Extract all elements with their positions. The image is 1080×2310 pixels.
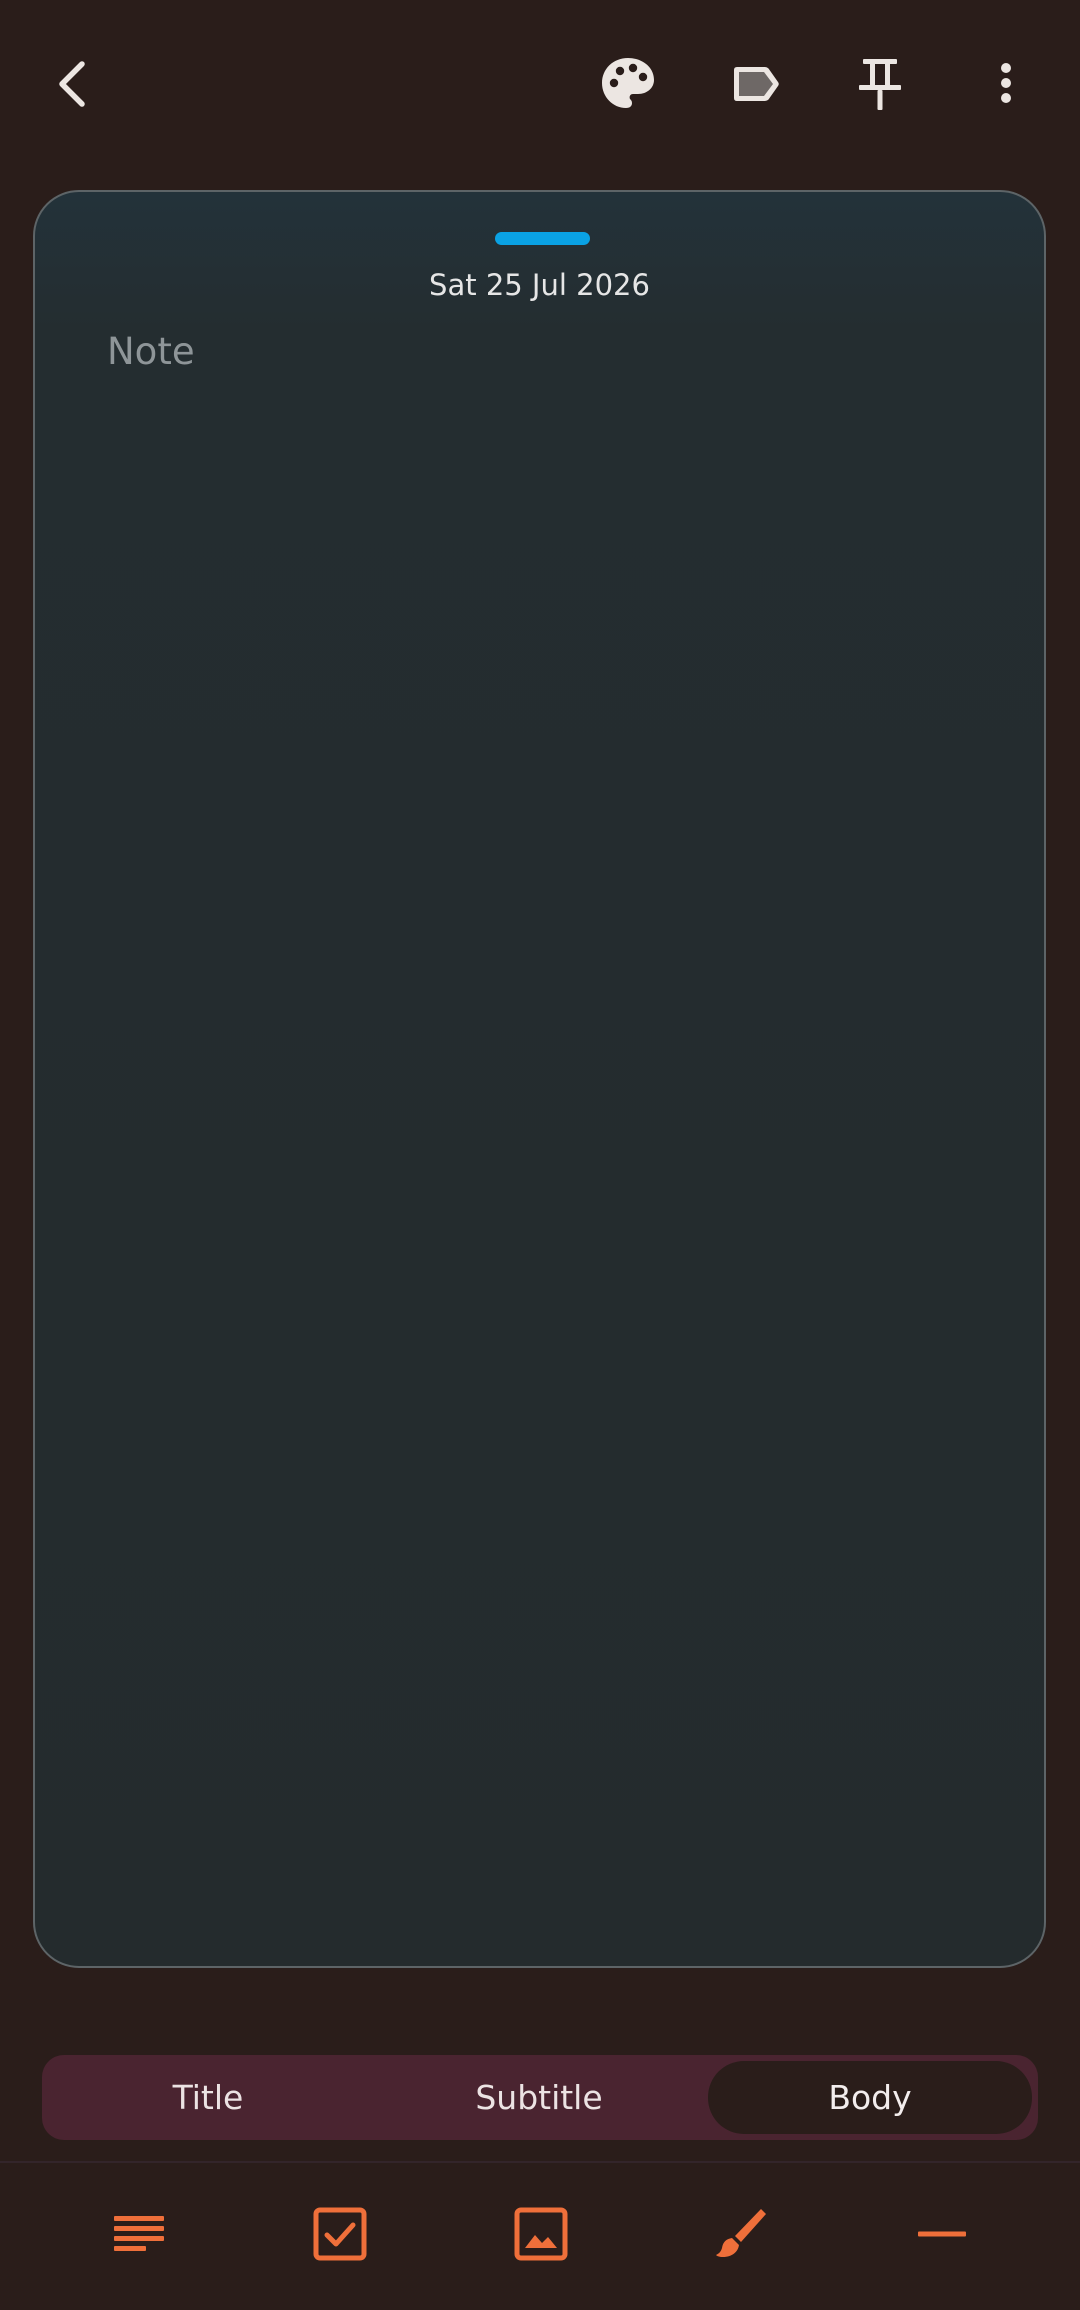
insert-image-button[interactable] bbox=[496, 2191, 586, 2281]
drag-handle[interactable] bbox=[495, 232, 590, 245]
checklist-button[interactable] bbox=[295, 2191, 385, 2281]
bottom-toolbar bbox=[0, 2163, 1080, 2310]
insert-divider-button[interactable] bbox=[897, 2191, 987, 2281]
more-vert-icon bbox=[976, 54, 1036, 114]
draw-button[interactable] bbox=[696, 2191, 786, 2281]
text-style-subtitle-option[interactable]: Subtitle bbox=[374, 2061, 704, 2134]
note-date: Sat 25 Jul 2026 bbox=[429, 268, 650, 302]
brush-icon bbox=[711, 2204, 771, 2268]
text-format-button[interactable] bbox=[94, 2191, 184, 2281]
pin-button[interactable] bbox=[836, 40, 924, 128]
note-card[interactable]: Sat 25 Jul 2026 Note bbox=[33, 190, 1046, 1968]
color-palette-button[interactable] bbox=[584, 40, 672, 128]
text-format-icon bbox=[109, 2204, 169, 2268]
label-icon bbox=[725, 54, 785, 114]
arrow-back-icon bbox=[44, 54, 104, 114]
note-body-input[interactable]: Note bbox=[107, 322, 967, 382]
back-button[interactable] bbox=[30, 40, 118, 128]
pin-icon bbox=[850, 54, 910, 114]
divider-icon bbox=[912, 2204, 972, 2268]
top-app-bar bbox=[0, 0, 1080, 170]
text-style-title-option[interactable]: Title bbox=[42, 2061, 374, 2134]
text-style-selector: Title Subtitle Body bbox=[42, 2055, 1038, 2140]
palette-icon bbox=[597, 53, 659, 115]
more-options-button[interactable] bbox=[962, 40, 1050, 128]
image-icon bbox=[511, 2204, 571, 2268]
label-button[interactable] bbox=[711, 40, 799, 128]
checklist-icon bbox=[310, 2204, 370, 2268]
text-style-body-option[interactable]: Body bbox=[708, 2061, 1032, 2134]
